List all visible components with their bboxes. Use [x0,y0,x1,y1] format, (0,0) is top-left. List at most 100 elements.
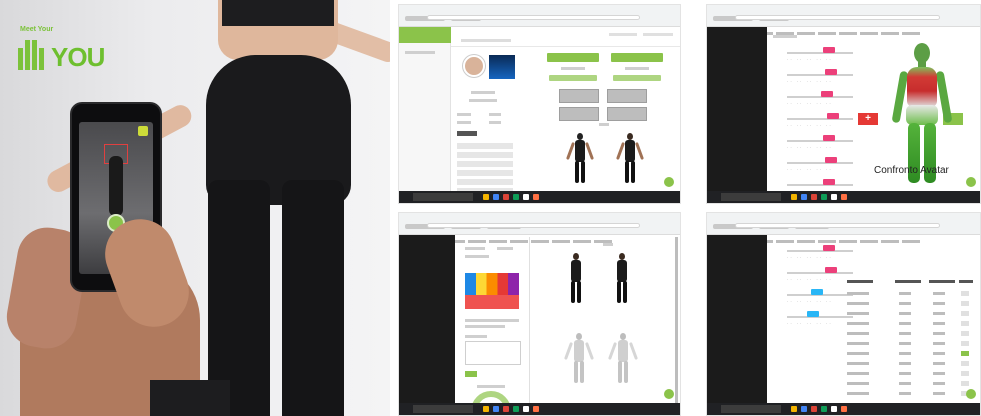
taskbar [399,191,680,203]
table-header [845,277,975,287]
measure-slider[interactable]: ·· ·· ·· ·· ·· [783,87,863,109]
avatar-caption: Confronto Avatar [874,165,949,176]
browser-chrome [707,213,980,243]
header-control[interactable] [643,33,673,36]
measure-slider[interactable]: ·· ·· ·· ·· ·· [783,131,863,153]
screenshot-profile [398,4,681,204]
screenshot-assessment [398,212,681,416]
dark-sidebar [399,235,455,403]
field-value [489,121,501,124]
promo-photo: Meet Your YOU [0,0,390,416]
taskbar-search[interactable] [721,193,781,201]
brand-logo: YOU [18,40,105,72]
option-button[interactable] [559,89,599,103]
address-bar[interactable] [427,223,640,228]
notes-field[interactable] [465,341,521,365]
chat-bubble-icon[interactable] [966,389,976,399]
phone-action-icon[interactable] [138,126,148,136]
taskbar-search[interactable] [413,193,473,201]
list-row [457,143,513,149]
notes-label [465,335,487,338]
section-label [773,35,797,38]
taskbar-search[interactable] [413,405,473,413]
model-figure-grey [564,333,594,393]
model-figure-grey [608,333,638,393]
taskbar [707,403,980,415]
address-bar[interactable] [735,15,940,20]
body-figure-side [567,253,585,305]
chart-title [477,385,505,388]
address-bar[interactable] [427,15,640,20]
score-scale [465,273,519,295]
chat-bubble-icon[interactable] [966,177,976,187]
plus-icon[interactable]: + [858,113,878,125]
screenshot-measurements: ·· ·· ·· ·· ·· ·· ·· ·· ·· ·· ·· ·· ·· ·… [706,212,981,416]
action-button[interactable] [549,75,597,81]
measure-slider[interactable]: ·· ·· ·· ·· ·· [783,241,863,263]
instruction-text [465,325,505,328]
list-row [457,152,513,158]
body-figure-side [613,253,631,305]
section-heading [457,131,477,136]
table-row [845,309,975,319]
table-row [845,299,975,309]
upload-front-button[interactable] [547,53,599,62]
scrollbar[interactable] [675,237,678,403]
field-label [457,121,471,124]
dark-sidebar [707,27,767,191]
browser-chrome [707,5,980,35]
model-top [222,0,334,26]
alert-banner [465,295,519,309]
table-row [845,329,975,339]
taskbar [707,191,980,203]
save-button[interactable] [465,371,477,377]
browser-chrome [399,5,680,35]
option-button[interactable] [559,107,599,121]
option-button[interactable] [607,107,647,121]
body-figure-back [616,133,644,185]
table-row [845,319,975,329]
taskbar [399,403,680,415]
body-scan-thumbnail [489,55,515,79]
header-control[interactable] [609,33,637,36]
measure-slider[interactable]: ·· ·· ·· ·· ·· [783,153,863,175]
table-row [845,349,975,359]
table-row [845,289,975,299]
assessment-form [461,243,525,415]
chat-bubble-icon[interactable] [664,389,674,399]
option-button[interactable] [607,89,647,103]
body-figure-front [566,133,594,185]
field-label [465,255,489,258]
page-header [451,27,680,47]
taskbar-search[interactable] [721,405,781,413]
measure-slider[interactable]: ·· ·· ·· ·· ·· [783,109,863,131]
list-row [457,170,513,176]
view-label [603,243,613,246]
view-label [599,123,609,126]
body-silhouette-icon [18,40,48,70]
list-row [457,161,513,167]
upload-back-button[interactable] [611,53,663,62]
field-label [465,247,485,250]
page-subtitle [461,39,511,42]
browser-chrome [399,213,680,243]
screenshot-avatar-compare: ·· ·· ·· ·· ·· ·· ·· ·· ·· ·· ·· ·· ·· ·… [706,4,981,204]
model-leg-right [282,180,344,416]
logo-text: YOU [51,42,105,72]
chat-bubble-icon[interactable] [664,177,674,187]
measure-slider[interactable]: ·· ·· ·· ·· ·· [783,43,863,65]
table-row [845,389,975,399]
field-value [489,113,501,116]
avatar [463,55,485,77]
measure-slider[interactable]: ·· ·· ·· ·· ·· [783,65,863,87]
profile-card [457,55,517,195]
sidebar [399,27,451,191]
preview-silhouette [109,156,123,216]
instruction-text [465,319,519,322]
measurements-table [845,277,975,405]
table-row [845,369,975,379]
action-button[interactable] [613,75,661,81]
sidebar-item[interactable] [405,51,435,54]
table-row [845,339,975,349]
address-bar[interactable] [735,223,940,228]
